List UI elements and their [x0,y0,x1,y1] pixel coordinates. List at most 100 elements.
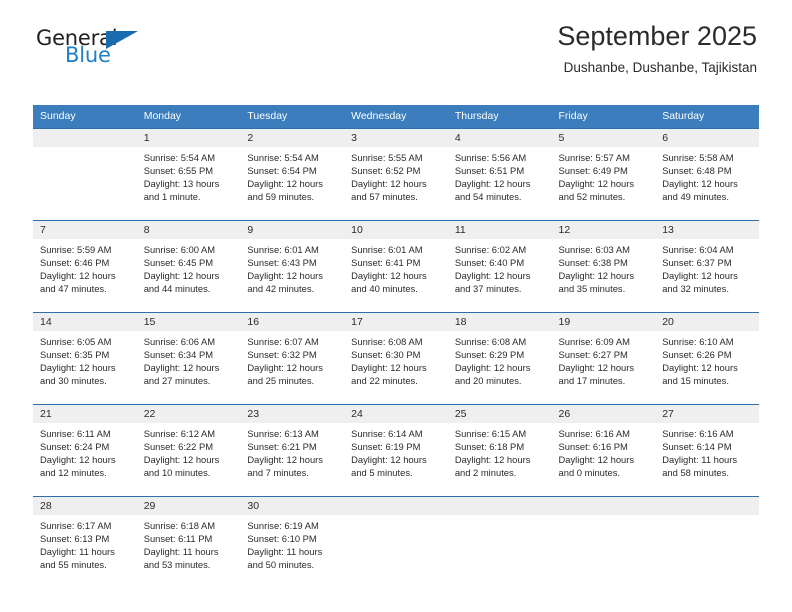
calendar-day-cell[interactable]: 25 Sunrise: 6:15 AM Sunset: 6:18 PM Dayligh… [447,404,552,497]
calendar-day-cell[interactable]: 22 Sunrise: 6:12 AM Sunset: 6:22 PM Dayligh… [136,404,241,497]
day-detail-line: Daylight: 12 hours [454,270,531,282]
calendar-day-cell[interactable]: 15 Sunrise: 6:06 AM Sunset: 6:34 PM Dayligh… [136,312,241,405]
day-cell-inner: 1 Sunrise: 5:54 AM Sunset: 6:55 PM Daylight… [136,129,241,220]
day-cell-inner: 2 Sunrise: 5:54 AM Sunset: 6:54 PM Daylight… [240,129,345,220]
calendar-empty-cell [344,496,448,588]
day-detail-line: Daylight: 12 hours [454,178,531,190]
calendar-day-cell[interactable]: 5 Sunrise: 5:57 AM Sunset: 6:49 PM Daylight… [551,128,656,221]
triangle-icon [106,31,138,49]
calendar-day-cell[interactable]: 12 Sunrise: 6:03 AM Sunset: 6:38 PM Dayligh… [551,220,656,313]
day-detail-line: Daylight: 11 hours [143,546,219,558]
day-details: Sunrise: 6:01 AM Sunset: 6:41 PM Daylight:… [344,239,448,295]
day-cell-inner: 10 Sunrise: 6:01 AM Sunset: 6:41 PM Dayligh… [344,221,448,312]
day-number: 25 [447,405,552,423]
brand-logo[interactable]: General Blue [36,26,156,72]
day-detail-line: Daylight: 12 hours [558,454,635,466]
day-detail-line: Sunset: 6:19 PM [351,441,421,453]
day-details: Sunrise: 6:10 AM Sunset: 6:26 PM Daylight:… [655,331,759,387]
day-number: 29 [136,497,241,515]
day-detail-line: Sunset: 6:10 PM [247,533,317,545]
calendar-week-row: 7 Sunrise: 5:59 AM Sunset: 6:46 PM Daylight… [33,220,759,313]
day-detail-line: Sunset: 6:37 PM [662,257,732,269]
calendar-day-cell[interactable]: 4 Sunrise: 5:56 AM Sunset: 6:51 PM Daylight… [447,128,552,221]
calendar-day-cell[interactable]: 19 Sunrise: 6:09 AM Sunset: 6:27 PM Dayligh… [551,312,656,405]
calendar-day-cell[interactable]: 23 Sunrise: 6:13 AM Sunset: 6:21 PM Dayligh… [240,404,345,497]
calendar-day-cell[interactable]: 16 Sunrise: 6:07 AM Sunset: 6:32 PM Dayligh… [240,312,345,405]
day-details: Sunrise: 6:11 AM Sunset: 6:24 PM Daylight:… [33,423,137,479]
day-detail-line: and 42 minutes. [247,283,315,295]
calendar-day-cell[interactable]: 20 Sunrise: 6:10 AM Sunset: 6:26 PM Dayligh… [655,312,759,405]
calendar-day-cell[interactable]: 18 Sunrise: 6:08 AM Sunset: 6:29 PM Dayligh… [447,312,552,405]
calendar-day-cell[interactable]: 3 Sunrise: 5:55 AM Sunset: 6:52 PM Daylight… [344,128,448,221]
day-number: 18 [447,313,552,331]
day-detail-line: Sunrise: 6:02 AM [454,244,527,255]
day-detail-line: Sunset: 6:49 PM [558,165,628,177]
day-detail-line: Sunrise: 6:17 AM [40,520,112,531]
day-detail-line: Sunrise: 6:08 AM [454,336,527,347]
column-header-tuesday: Tuesday [240,105,345,129]
day-number: 10 [344,221,448,239]
calendar-day-cell[interactable]: 30 Sunrise: 6:19 AM Sunset: 6:10 PM Dayligh… [240,496,345,588]
day-cell-inner: 11 Sunrise: 6:02 AM Sunset: 6:40 PM Dayligh… [447,221,552,312]
day-cell-inner [344,497,448,588]
day-number [33,129,137,147]
day-detail-line: Daylight: 12 hours [351,270,427,282]
day-detail-line: Daylight: 12 hours [351,454,427,466]
day-detail-line: Daylight: 12 hours [143,270,220,282]
day-detail-line: Sunset: 6:14 PM [662,441,732,453]
day-number: 19 [551,313,656,331]
day-detail-line: Sunset: 6:30 PM [351,349,421,361]
day-cell-inner: 13 Sunrise: 6:04 AM Sunset: 6:37 PM Dayligh… [655,221,759,312]
calendar-empty-cell [655,496,759,588]
day-detail-line: Sunset: 6:26 PM [662,349,732,361]
day-detail-line: and 15 minutes. [662,375,729,387]
calendar-day-cell[interactable]: 10 Sunrise: 6:01 AM Sunset: 6:41 PM Dayligh… [344,220,448,313]
day-detail-line: Sunrise: 6:10 AM [662,336,734,347]
day-details [655,515,759,519]
calendar-day-cell[interactable]: 13 Sunrise: 6:04 AM Sunset: 6:37 PM Dayligh… [655,220,759,313]
day-details: Sunrise: 6:19 AM Sunset: 6:10 PM Daylight:… [240,515,344,571]
day-detail-line: Daylight: 12 hours [351,362,427,374]
calendar-day-cell[interactable]: 7 Sunrise: 5:59 AM Sunset: 6:46 PM Daylight… [33,220,137,313]
day-details: Sunrise: 6:02 AM Sunset: 6:40 PM Daylight:… [448,239,552,295]
day-detail-line: Sunset: 6:51 PM [454,165,525,177]
day-detail-line: Daylight: 12 hours [247,270,323,282]
day-cell-inner: 28 Sunrise: 6:17 AM Sunset: 6:13 PM Dayligh… [33,497,137,588]
day-number: 5 [551,129,656,147]
day-number: 13 [655,221,759,239]
day-details: Sunrise: 6:01 AM Sunset: 6:43 PM Daylight:… [240,239,344,295]
day-detail-line: Sunrise: 6:11 AM [40,428,111,439]
day-detail-line: Daylight: 12 hours [351,178,427,190]
day-details: Sunrise: 6:05 AM Sunset: 6:35 PM Daylight:… [33,331,137,387]
calendar-day-cell[interactable]: 14 Sunrise: 6:05 AM Sunset: 6:35 PM Dayligh… [33,312,137,405]
calendar-day-cell[interactable]: 1 Sunrise: 5:54 AM Sunset: 6:55 PM Daylight… [136,128,241,221]
calendar-day-cell[interactable]: 2 Sunrise: 5:54 AM Sunset: 6:54 PM Daylight… [240,128,345,221]
calendar-day-cell[interactable]: 17 Sunrise: 6:08 AM Sunset: 6:30 PM Dayligh… [344,312,448,405]
day-detail-line: Daylight: 12 hours [40,454,116,466]
day-detail-line: Sunset: 6:38 PM [558,257,628,269]
day-detail-line: Daylight: 12 hours [143,362,220,374]
day-cell-inner: 30 Sunrise: 6:19 AM Sunset: 6:10 PM Dayligh… [240,497,345,588]
calendar-day-cell[interactable]: 27 Sunrise: 6:16 AM Sunset: 6:14 PM Dayligh… [655,404,759,497]
calendar-day-cell[interactable]: 6 Sunrise: 5:58 AM Sunset: 6:48 PM Daylight… [655,128,759,221]
day-number: 6 [655,129,759,147]
calendar-day-cell[interactable]: 8 Sunrise: 6:00 AM Sunset: 6:45 PM Daylight… [136,220,241,313]
day-number: 24 [344,405,448,423]
day-detail-line: Daylight: 11 hours [662,454,738,466]
day-detail-line: Sunset: 6:16 PM [558,441,628,453]
calendar-day-cell[interactable]: 9 Sunrise: 6:01 AM Sunset: 6:43 PM Daylight… [240,220,345,313]
day-cell-inner [447,497,552,588]
day-detail-line: and 32 minutes. [662,283,729,295]
calendar-day-cell[interactable]: 24 Sunrise: 6:14 AM Sunset: 6:19 PM Dayligh… [344,404,448,497]
calendar-day-cell[interactable]: 11 Sunrise: 6:02 AM Sunset: 6:40 PM Dayligh… [447,220,552,313]
calendar-day-cell[interactable]: 21 Sunrise: 6:11 AM Sunset: 6:24 PM Dayligh… [33,404,137,497]
day-detail-line: Daylight: 12 hours [662,270,738,282]
day-number: 9 [240,221,345,239]
day-cell-inner: 7 Sunrise: 5:59 AM Sunset: 6:46 PM Daylight… [33,221,137,312]
calendar-day-cell[interactable]: 28 Sunrise: 6:17 AM Sunset: 6:13 PM Dayligh… [33,496,137,588]
calendar-day-cell[interactable]: 29 Sunrise: 6:18 AM Sunset: 6:11 PM Dayligh… [136,496,241,588]
day-number [447,497,552,515]
calendar-day-cell[interactable]: 26 Sunrise: 6:16 AM Sunset: 6:16 PM Dayligh… [551,404,656,497]
day-detail-line: Sunrise: 6:18 AM [143,520,216,531]
day-detail-line: Sunrise: 6:14 AM [351,428,423,439]
